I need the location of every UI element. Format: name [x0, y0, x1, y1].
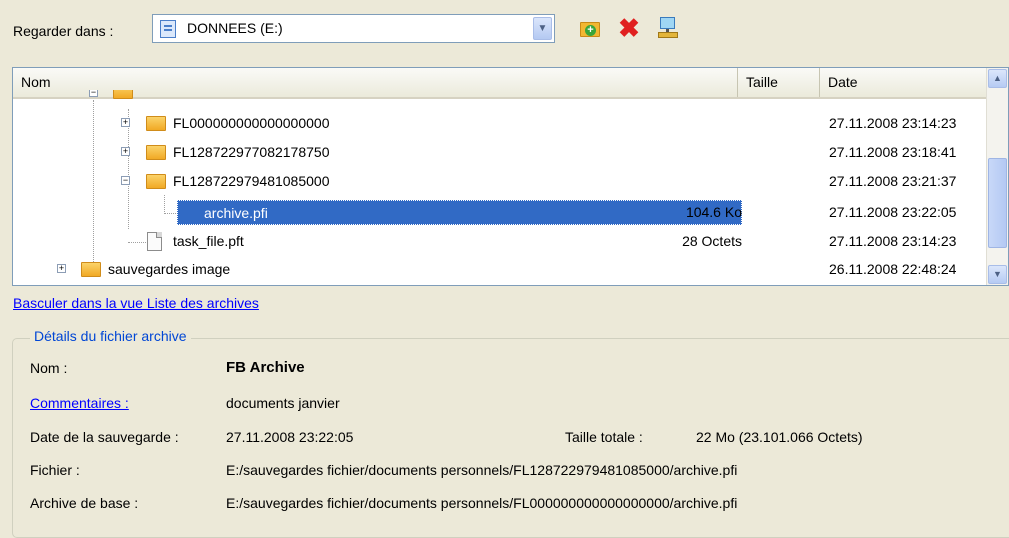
- list-item-partial: −: [13, 90, 988, 99]
- folder-icon: [113, 90, 133, 99]
- name-label: Nom :: [30, 360, 68, 376]
- expand-icon[interactable]: +: [121, 147, 130, 156]
- look-in-label: Regarder dans :: [13, 23, 114, 39]
- item-name: FL128722977082178750: [173, 144, 330, 160]
- name-value: FB Archive: [226, 359, 305, 376]
- drive-icon: [160, 20, 176, 38]
- base-archive-label: Archive de base :: [30, 495, 139, 511]
- item-date: 27.11.2008 23:21:37: [829, 173, 957, 189]
- delete-icon[interactable]: ✖: [617, 15, 641, 41]
- backup-date-label: Date de la sauvegarde :: [30, 429, 179, 445]
- comments-link[interactable]: Commentaires :: [30, 395, 129, 411]
- folder-icon: [81, 262, 101, 277]
- base-archive-value: E:/sauvegardes fichier/documents personn…: [226, 495, 738, 511]
- scroll-down-icon[interactable]: ▼: [988, 265, 1007, 284]
- expand-icon[interactable]: +: [121, 118, 130, 127]
- expand-icon[interactable]: +: [57, 264, 66, 273]
- list-item[interactable]: − FL128722979481085000 27.11.2008 23:21:…: [13, 167, 988, 196]
- item-name: FL128722979481085000: [173, 173, 330, 189]
- vertical-scrollbar[interactable]: ▲ ▼: [986, 68, 1008, 285]
- network-drive-icon[interactable]: [656, 16, 680, 40]
- list-item-selected[interactable]: archive.pfi 104.6 Ko 27.11.2008 23:22:05: [13, 198, 988, 227]
- item-name: FL000000000000000000: [173, 115, 330, 131]
- scroll-up-icon[interactable]: ▲: [988, 69, 1007, 88]
- total-size-value: 22 Mo (23.101.066 Octets): [696, 429, 863, 445]
- item-date: 27.11.2008 23:18:41: [829, 144, 957, 160]
- file-label: Fichier :: [30, 462, 80, 478]
- comments-value: documents janvier: [226, 395, 340, 411]
- chevron-down-icon[interactable]: ▼: [533, 17, 552, 40]
- list-item[interactable]: + FL128722977082178750 27.11.2008 23:18:…: [13, 138, 988, 167]
- backup-date-value: 27.11.2008 23:22:05: [226, 429, 354, 445]
- item-size: 104.6 Ko: [685, 204, 742, 220]
- item-date: 27.11.2008 23:22:05: [829, 204, 957, 220]
- file-path-value: E:/sauvegardes fichier/documents personn…: [226, 462, 738, 478]
- list-item[interactable]: + sauvegardes image 26.11.2008 22:48:24: [13, 255, 988, 284]
- item-date: 27.11.2008 23:14:23: [829, 233, 957, 249]
- details-legend: Détails du fichier archive: [30, 328, 191, 344]
- item-date: 27.11.2008 23:14:23: [829, 115, 957, 131]
- scroll-thumb[interactable]: [988, 158, 1007, 248]
- switch-view-link[interactable]: Basculer dans la vue Liste des archives: [13, 295, 259, 311]
- total-size-label: Taille totale :: [565, 429, 643, 445]
- collapse-icon: −: [89, 90, 98, 97]
- file-list[interactable]: Nom Taille Date − + FL000000000000000000…: [12, 67, 1009, 286]
- item-date: 26.11.2008 22:48:24: [829, 261, 957, 277]
- list-item[interactable]: task_file.pft 28 Octets 27.11.2008 23:14…: [13, 227, 988, 256]
- folder-icon: [146, 145, 166, 160]
- item-size: 28 Octets: [682, 233, 742, 249]
- item-name: archive.pfi: [177, 200, 742, 225]
- folder-add-icon[interactable]: +: [578, 16, 602, 40]
- list-item[interactable]: + FL000000000000000000 27.11.2008 23:14:…: [13, 109, 988, 138]
- drive-select[interactable]: DONNEES (E:) ▼: [152, 14, 555, 43]
- file-icon: [147, 232, 162, 251]
- drive-value: DONNEES (E:): [187, 20, 283, 36]
- item-name: sauvegardes image: [108, 261, 231, 277]
- folder-open-icon: [146, 174, 166, 189]
- folder-icon: [146, 116, 166, 131]
- collapse-icon[interactable]: −: [121, 176, 130, 185]
- item-name: task_file.pft: [173, 233, 244, 249]
